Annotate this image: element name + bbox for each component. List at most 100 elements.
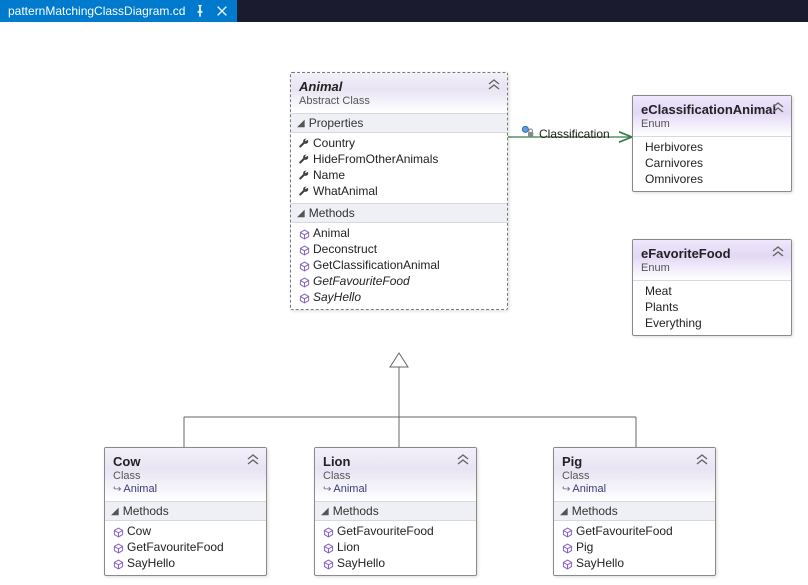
section-title: Methods bbox=[309, 206, 355, 220]
method-row[interactable]: Deconstruct bbox=[293, 241, 505, 257]
section-header-methods[interactable]: ◢ Methods bbox=[315, 501, 476, 521]
class-stereotype: Class bbox=[562, 470, 707, 482]
class-header: Cow Class ↪Animal bbox=[105, 448, 266, 501]
enum-box-eclassificationanimal[interactable]: eClassificationAnimal Enum Herbivores Car… bbox=[632, 95, 792, 192]
section-title: Methods bbox=[333, 504, 379, 518]
method-row[interactable]: GetClassificationAnimal bbox=[293, 257, 505, 273]
collapse-icon[interactable] bbox=[246, 454, 260, 469]
property-row[interactable]: Country bbox=[293, 135, 505, 151]
enum-value: Plants bbox=[645, 300, 678, 314]
class-box-cow[interactable]: Cow Class ↪Animal ◢ Methods CowGetFavour… bbox=[104, 447, 267, 576]
cube-icon bbox=[111, 557, 125, 571]
cube-icon bbox=[297, 291, 311, 305]
method-row[interactable]: Lion bbox=[317, 539, 474, 555]
expander-icon: ◢ bbox=[297, 208, 305, 219]
close-icon[interactable] bbox=[215, 4, 229, 18]
enum-value-row[interactable]: Carnivores bbox=[635, 155, 789, 171]
class-stereotype: Enum bbox=[641, 118, 783, 130]
document-tab[interactable]: patternMatchingClassDiagram.cd bbox=[0, 0, 237, 22]
member-name: Deconstruct bbox=[313, 242, 377, 256]
enum-value-row[interactable]: Omnivores bbox=[635, 171, 789, 187]
cube-icon bbox=[297, 275, 311, 289]
expander-icon: ◢ bbox=[111, 506, 119, 517]
member-name: WhatAnimal bbox=[313, 184, 378, 198]
collapse-icon[interactable] bbox=[771, 246, 785, 261]
method-row[interactable]: GetFavouriteFood bbox=[556, 523, 713, 539]
method-row[interactable]: GetFavouriteFood bbox=[107, 539, 264, 555]
section-header-methods[interactable]: ◢ Methods bbox=[291, 203, 507, 223]
class-title: Lion bbox=[323, 454, 468, 469]
enum-value: Meat bbox=[645, 284, 672, 298]
collapse-icon[interactable] bbox=[771, 102, 785, 117]
property-row[interactable]: Name bbox=[293, 167, 505, 183]
section-title: Methods bbox=[123, 504, 169, 518]
class-box-animal[interactable]: Animal Abstract Class ◢ Properties Count… bbox=[290, 72, 508, 310]
cube-icon bbox=[111, 525, 125, 539]
method-row[interactable]: SayHello bbox=[317, 555, 474, 571]
base-class-link[interactable]: ↪Animal bbox=[323, 483, 468, 495]
enum-value: Herbivores bbox=[645, 140, 703, 154]
member-name: Pig bbox=[576, 540, 593, 554]
collapse-icon[interactable] bbox=[456, 454, 470, 469]
base-class-link[interactable]: ↪Animal bbox=[113, 483, 258, 495]
section-header-methods[interactable]: ◢ Methods bbox=[105, 501, 266, 521]
cube-icon bbox=[297, 259, 311, 273]
class-box-pig[interactable]: Pig Class ↪Animal ◢ Methods GetFavourite… bbox=[553, 447, 716, 576]
class-title: Pig bbox=[562, 454, 707, 469]
diagram-canvas[interactable]: Classification Animal Abstract Class ◢ P… bbox=[0, 22, 808, 585]
method-row[interactable]: Pig bbox=[556, 539, 713, 555]
class-header: eFavoriteFood Enum bbox=[633, 240, 791, 280]
cube-icon bbox=[560, 525, 574, 539]
cube-icon bbox=[560, 541, 574, 555]
section-title: Methods bbox=[572, 504, 618, 518]
method-row[interactable]: GetFavouriteFood bbox=[293, 273, 505, 289]
wrench-icon bbox=[297, 137, 311, 151]
method-row[interactable]: SayHello bbox=[293, 289, 505, 305]
enum-value-row[interactable]: Herbivores bbox=[635, 139, 789, 155]
enum-value: Everything bbox=[645, 316, 702, 330]
cube-icon bbox=[297, 243, 311, 257]
class-stereotype: Abstract Class bbox=[299, 95, 499, 107]
member-name: SayHello bbox=[127, 556, 175, 570]
method-row[interactable]: SayHello bbox=[556, 555, 713, 571]
enum-value: Carnivores bbox=[645, 156, 703, 170]
cube-icon bbox=[321, 557, 335, 571]
wrench-icon bbox=[297, 153, 311, 167]
cube-icon bbox=[321, 525, 335, 539]
class-box-lion[interactable]: Lion Class ↪Animal ◢ Methods GetFavourit… bbox=[314, 447, 477, 576]
member-name: GetFavouriteFood bbox=[337, 524, 434, 538]
enum-value-row[interactable]: Plants bbox=[635, 299, 789, 315]
association-label: Classification bbox=[521, 125, 610, 142]
member-name: GetFavouriteFood bbox=[127, 540, 224, 554]
expander-icon: ◢ bbox=[560, 506, 568, 517]
member-name: SayHello bbox=[313, 290, 361, 304]
method-row[interactable]: Animal bbox=[293, 225, 505, 241]
method-row[interactable]: GetFavouriteFood bbox=[317, 523, 474, 539]
member-name: SayHello bbox=[337, 556, 385, 570]
member-name: Country bbox=[313, 136, 355, 150]
wrench-icon bbox=[297, 185, 311, 199]
cube-icon bbox=[297, 227, 311, 241]
enum-value-row[interactable]: Meat bbox=[635, 283, 789, 299]
collapse-icon[interactable] bbox=[487, 79, 501, 94]
enum-box-efavoritefood[interactable]: eFavoriteFood Enum Meat Plants Everything bbox=[632, 239, 792, 336]
collapse-icon[interactable] bbox=[695, 454, 709, 469]
inherits-arrow-icon: ↪ bbox=[323, 484, 331, 495]
section-header-methods[interactable]: ◢ Methods bbox=[554, 501, 715, 521]
class-title: eClassificationAnimal bbox=[641, 102, 783, 117]
wrench-icon bbox=[297, 169, 311, 183]
property-row[interactable]: HideFromOtherAnimals bbox=[293, 151, 505, 167]
member-name: GetClassificationAnimal bbox=[313, 258, 440, 272]
member-name: HideFromOtherAnimals bbox=[313, 152, 438, 166]
base-class-link[interactable]: ↪Animal bbox=[562, 483, 707, 495]
enum-value: Omnivores bbox=[645, 172, 703, 186]
pin-icon[interactable] bbox=[193, 4, 207, 18]
class-title: Cow bbox=[113, 454, 258, 469]
method-row[interactable]: SayHello bbox=[107, 555, 264, 571]
section-header-properties[interactable]: ◢ Properties bbox=[291, 113, 507, 133]
method-row[interactable]: Cow bbox=[107, 523, 264, 539]
property-row[interactable]: WhatAnimal bbox=[293, 183, 505, 199]
enum-value-row[interactable]: Everything bbox=[635, 315, 789, 331]
member-name: Animal bbox=[313, 226, 350, 240]
class-header: Animal Abstract Class bbox=[291, 73, 507, 113]
